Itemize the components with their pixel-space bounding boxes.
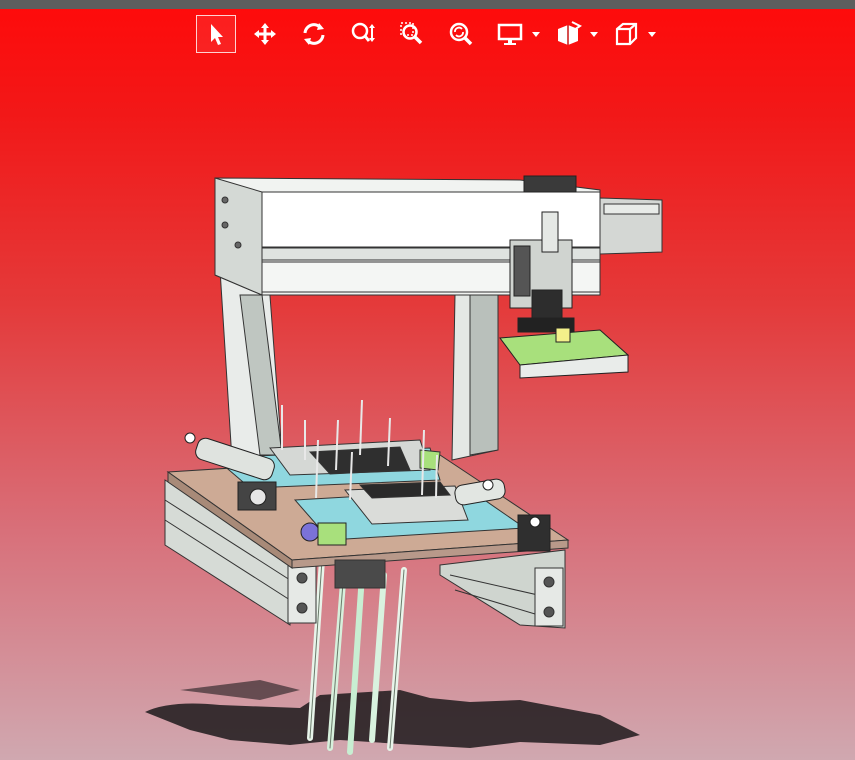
display-mode-icon <box>497 23 523 45</box>
gantry-beam <box>214 177 663 296</box>
rotate-icon <box>303 23 325 45</box>
section-view-icon <box>558 21 582 45</box>
view-toolbar <box>196 15 664 53</box>
zoom-fit-button[interactable] <box>441 15 481 53</box>
pan-icon <box>254 23 276 45</box>
chevron-down-icon <box>532 31 540 37</box>
rotate-tool-button[interactable] <box>294 15 334 53</box>
chevron-down-icon <box>590 31 598 37</box>
select-pointer-icon <box>211 24 223 45</box>
zoom-window-icon <box>400 22 423 45</box>
view-orientation-dropdown[interactable] <box>606 15 656 53</box>
zoom-window-button[interactable] <box>392 15 432 53</box>
select-tool-button[interactable] <box>196 15 236 53</box>
view-cube-icon <box>615 22 638 46</box>
view-orientation-button[interactable] <box>606 15 646 53</box>
zoom-icon <box>351 22 375 42</box>
section-view-dropdown[interactable] <box>548 15 598 53</box>
zoom-fit-icon <box>449 22 473 46</box>
pan-tool-button[interactable] <box>245 15 285 53</box>
display-mode-button[interactable] <box>490 15 530 53</box>
chevron-down-icon <box>648 31 656 37</box>
cad-model-view[interactable] <box>0 0 855 760</box>
section-view-button[interactable] <box>548 15 588 53</box>
display-mode-dropdown[interactable] <box>490 15 540 53</box>
zoom-tool-button[interactable] <box>343 15 383 53</box>
3d-viewport[interactable] <box>0 0 855 760</box>
